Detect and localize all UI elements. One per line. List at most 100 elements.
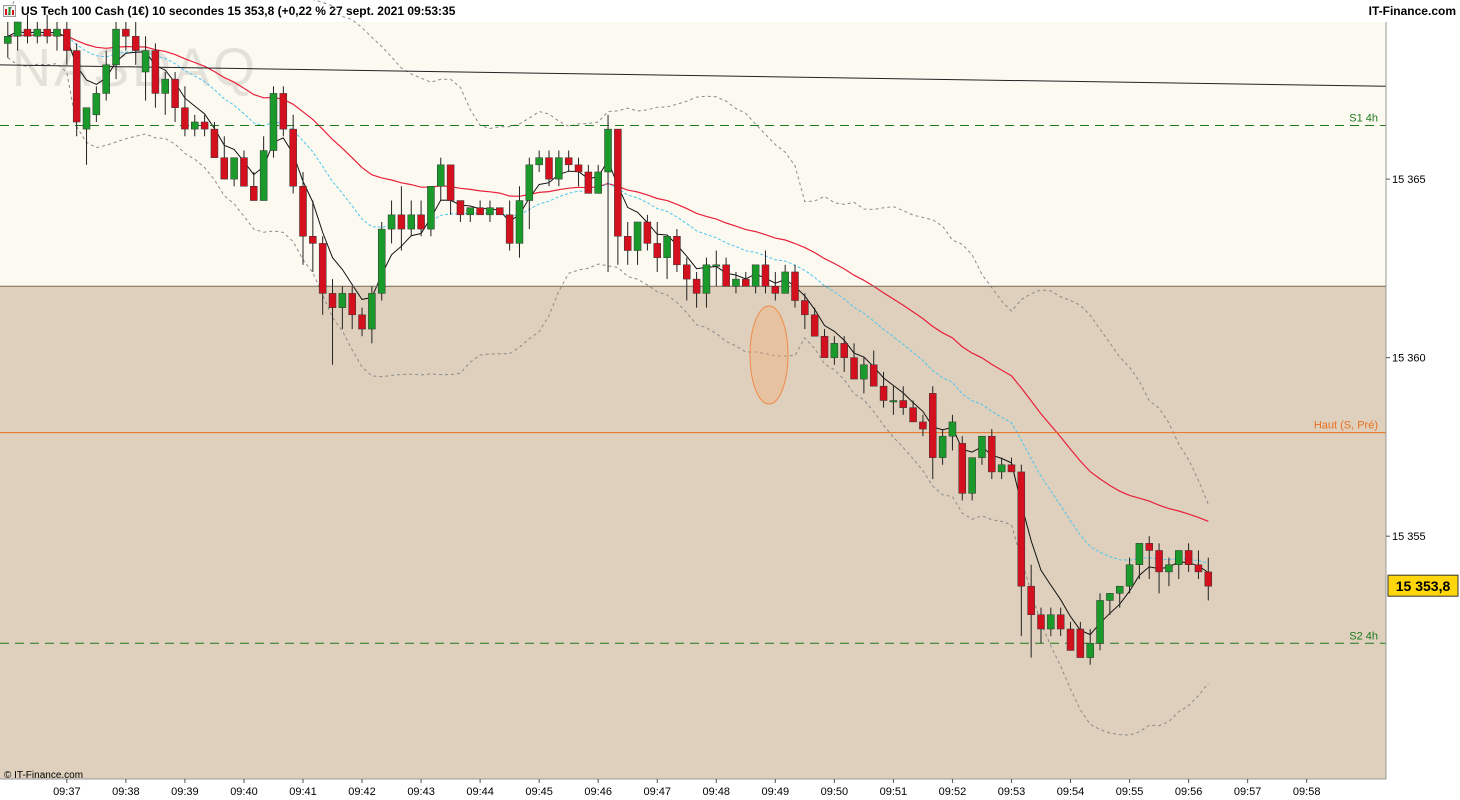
bullish-candle-body	[82, 107, 91, 130]
bullish-candle-body	[1135, 543, 1144, 566]
bullish-candle-body	[230, 157, 238, 180]
bearish-candle-body	[1184, 550, 1193, 566]
time-tick-label: 09:38	[112, 786, 140, 798]
bearish-candle-body	[545, 157, 553, 180]
bullish-candle-body	[338, 293, 347, 308]
candle	[958, 436, 967, 501]
time-tick-label: 09:43	[407, 786, 435, 798]
bullish-candle-body	[860, 364, 868, 380]
bearish-candle-body	[850, 357, 858, 380]
bearish-candle-body	[1194, 564, 1203, 573]
bearish-candle-body	[505, 214, 514, 244]
copyright-text: © IT-Finance.com	[4, 770, 83, 781]
bullish-candle-body	[978, 435, 986, 458]
bearish-candle-body	[958, 443, 967, 494]
bullish-candle-body	[1096, 600, 1104, 644]
bullish-candle-body	[555, 157, 563, 180]
bullish-candle-body	[466, 207, 475, 216]
bullish-candle-body	[1086, 643, 1094, 658]
bearish-candle-body	[899, 400, 907, 408]
bullish-candle-body	[1175, 550, 1183, 566]
bearish-candle-body	[742, 278, 750, 287]
bullish-candle-body	[712, 264, 721, 267]
bullish-candle-body	[4, 36, 12, 44]
time-tick-label: 09:50	[821, 786, 849, 798]
bearish-candle-body	[1056, 614, 1065, 630]
bearish-candle-body	[810, 314, 819, 337]
time-tick-label: 09:52	[939, 786, 967, 798]
bearish-candle-body	[122, 28, 130, 37]
bullish-candle-body	[191, 121, 199, 130]
bullish-candle-body	[53, 28, 61, 37]
bullish-candle-body	[751, 264, 760, 287]
time-tick-label: 09:53	[998, 786, 1026, 798]
bullish-candle-body	[486, 207, 494, 216]
price-chart[interactable]: NASDAQ S1 4hHaut (S, Pré)S2 4h 15 35515 …	[0, 0, 1460, 800]
time-tick-label: 09:58	[1293, 786, 1321, 798]
bearish-candle-body	[446, 164, 455, 201]
time-tick-label: 09:49	[762, 786, 790, 798]
bearish-candle-body	[643, 221, 652, 244]
candle	[269, 86, 278, 158]
bearish-candle-body	[220, 157, 229, 180]
bearish-candle-body	[476, 207, 484, 216]
bearish-candle-body	[250, 186, 258, 201]
bearish-candle-body	[171, 78, 179, 108]
bearish-candle-body	[820, 335, 829, 358]
bullish-candle-body	[1125, 564, 1134, 587]
bearish-candle-body	[653, 243, 661, 258]
bullish-candle-body	[948, 421, 957, 437]
bearish-candle-body	[929, 393, 937, 458]
bearish-candle-body	[417, 214, 425, 230]
bullish-candle-body	[594, 171, 602, 194]
bearish-candle-body	[1155, 550, 1163, 573]
bullish-candle-body	[938, 435, 947, 458]
bullish-candle-body	[515, 200, 524, 244]
bearish-candle-body	[840, 343, 848, 358]
time-tick-label: 09:45	[525, 786, 553, 798]
bullish-candle-body	[368, 293, 376, 330]
time-tick-label: 09:40	[230, 786, 258, 798]
bearish-candle-body	[299, 186, 307, 237]
time-tick-label: 09:57	[1234, 786, 1262, 798]
bearish-candle-body	[683, 264, 691, 280]
bearish-candle-body	[289, 128, 297, 187]
bearish-candle-body	[879, 385, 888, 401]
time-tick-label: 09:47	[643, 786, 671, 798]
candle	[279, 86, 288, 137]
bearish-candle-body	[623, 235, 632, 251]
time-tick-label: 09:44	[466, 786, 494, 798]
candle	[496, 207, 504, 216]
bullish-candle-body	[387, 214, 396, 230]
bearish-candle-body	[564, 157, 573, 166]
bearish-candle-body	[72, 50, 81, 123]
bullish-candle-body	[269, 93, 278, 151]
bullish-candle-body	[663, 235, 671, 258]
bearish-candle-body	[692, 278, 701, 294]
bearish-candle-body	[23, 28, 32, 37]
bearish-candle-body	[348, 293, 356, 316]
bearish-candle-body	[1037, 614, 1045, 630]
bearish-candle-body	[210, 128, 219, 158]
bullish-candle-body	[13, 21, 22, 37]
candle	[988, 429, 996, 480]
time-tick-label: 09:42	[348, 786, 376, 798]
bearish-candle-body	[496, 207, 504, 216]
bearish-candle-body	[1076, 628, 1085, 658]
price-axis-background	[1386, 22, 1460, 779]
bullish-candle-body	[427, 186, 435, 230]
bullish-candle-body	[102, 64, 110, 94]
bullish-candle-body	[781, 271, 789, 294]
bullish-candle-body	[112, 28, 120, 66]
bullish-candle-body	[141, 50, 150, 73]
bearish-candle-body	[869, 364, 878, 387]
bearish-candle-body	[1066, 628, 1075, 651]
bearish-candle-body	[200, 121, 209, 130]
bearish-candle-body	[279, 93, 288, 130]
bearish-candle-body	[919, 421, 927, 430]
bullish-candle-body	[259, 150, 268, 201]
bullish-candle-body	[997, 464, 1006, 473]
price-axis: 15 355 15 360 15 365 15 353,8	[1385, 22, 1460, 779]
bearish-candle-body	[722, 264, 730, 287]
bullish-candle-body	[889, 400, 898, 403]
